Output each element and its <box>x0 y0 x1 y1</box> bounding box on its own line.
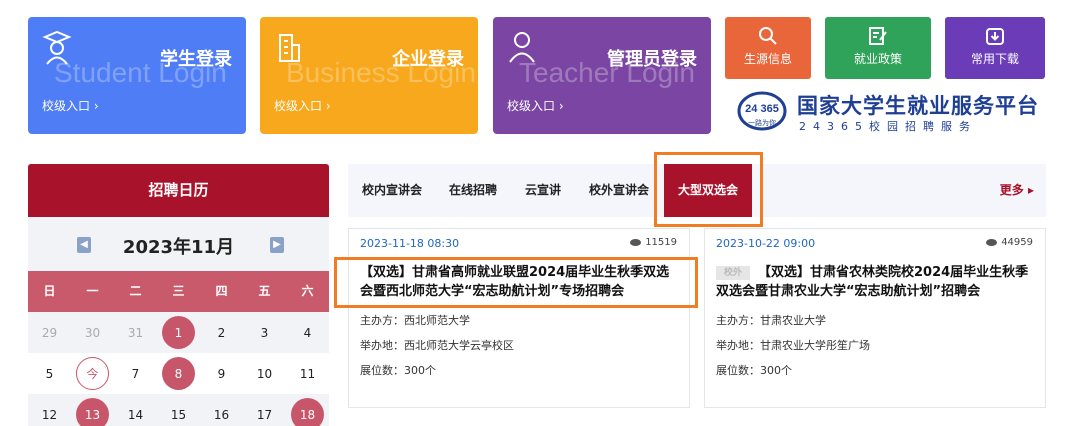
common-downloads-label: 常用下载 <box>970 52 1019 66</box>
event-booths: 展位数：300个 <box>360 364 436 377</box>
student-source-info-label: 生源信息 <box>743 52 792 66</box>
active-tab-highlight <box>654 152 763 227</box>
calendar-day[interactable]: 17 <box>243 394 286 426</box>
calendar-day-number: 今 <box>76 357 109 390</box>
calendar-day-event[interactable]: 13 <box>71 394 114 426</box>
search-icon <box>759 27 777 45</box>
student-source-info-button[interactable]: 生源信息 <box>725 17 811 79</box>
calendar-day-today[interactable]: 今 <box>71 353 114 394</box>
weekday-label: 一 <box>86 284 99 298</box>
student-login-title: 学生登录 <box>160 49 232 70</box>
event-datetime: 2023-10-22 09:00 <box>716 237 816 250</box>
event-title-highlight <box>334 257 698 308</box>
calendar-week-row: 29 30 31 1 2 3 4 <box>28 312 329 353</box>
business-school-entry-link[interactable]: 校级入口 › <box>274 97 331 114</box>
eye-icon <box>986 239 998 246</box>
building-icon <box>279 34 300 62</box>
admin-login-tile[interactable]: Teacher Login 管理员登录 校级入口 › <box>493 17 711 134</box>
weekday-label: 二 <box>129 284 142 298</box>
weekday-label: 五 <box>258 284 271 298</box>
more-link[interactable]: 更多 ▸ <box>1000 164 1034 217</box>
calendar-day[interactable]: 15 <box>157 394 200 426</box>
weekday-label: 日 <box>43 284 56 298</box>
calendar-day-number: 18 <box>291 398 324 426</box>
view-count-value: 44959 <box>1001 237 1033 248</box>
calendar-day-number: 1 <box>162 316 195 349</box>
calendar-day[interactable]: 11 <box>286 353 329 394</box>
graduate-icon <box>42 30 72 65</box>
calendar-day[interactable]: 5 <box>28 353 71 394</box>
calendar-day[interactable]: 9 <box>200 353 243 394</box>
tab-online-recruitment[interactable]: 在线招聘 <box>449 164 497 217</box>
event-title-link[interactable]: 【双选】甘肃省农林类院校2024届毕业生秋季双选会暨甘肃农业大学“宏志助航计划”… <box>716 265 1028 299</box>
student-login-tile[interactable]: Student Login 学生登录 校级入口 › <box>28 17 246 134</box>
national-employment-platform-banner[interactable]: 24 365 一路为你 国家大学生就业服务平台 24365校园招聘服务 <box>727 88 1045 134</box>
calendar-day[interactable]: 29 <box>28 312 71 353</box>
calendar-nav: ◀ 2023年11月 ▶ <box>28 217 329 271</box>
event-booths: 展位数：300个 <box>716 364 792 377</box>
platform-subtitle: 24365校园招聘服务 <box>799 120 977 133</box>
view-count: 44959 <box>986 237 1033 248</box>
svg-text:一路为你: 一路为你 <box>748 118 776 127</box>
eye-icon <box>630 239 642 246</box>
job-fair-card[interactable]: 2023-10-22 09:00 44959 校外 【双选】甘肃省农林类院校202… <box>704 228 1046 408</box>
admin-user-icon <box>509 32 535 63</box>
weekday-label: 三 <box>172 284 185 298</box>
calendar-day[interactable]: 4 <box>286 312 329 353</box>
edit-document-icon <box>869 27 887 45</box>
event-venue: 举办地：西北师范大学云亭校区 <box>360 339 514 352</box>
view-count: 11519 <box>630 237 677 248</box>
event-venue: 举办地：甘肃农业大学彤笙广场 <box>716 339 870 352</box>
employment-policy-button[interactable]: 就业政策 <box>825 17 931 79</box>
job-fair-card[interactable]: 2023-11-18 08:30 11519 【双选】甘肃省高师就业联盟2024… <box>348 228 690 408</box>
calendar-week-row: 12 13 14 15 16 17 18 <box>28 394 329 426</box>
calendar-header: 招聘日历 <box>28 164 329 217</box>
calendar-day[interactable]: 7 <box>114 353 157 394</box>
download-icon <box>986 28 1004 45</box>
business-login-tile[interactable]: Business Login 企业登录 校级入口 › <box>260 17 478 134</box>
calendar-weekday-header: 日 一 二 三 四 五 六 <box>28 271 329 312</box>
event-organizer: 主办方：甘肃农业大学 <box>716 314 826 327</box>
calendar-day-number: 13 <box>76 398 109 426</box>
calendar-day[interactable]: 31 <box>114 312 157 353</box>
employment-policy-label: 就业政策 <box>853 52 902 66</box>
calendar-week-row: 5 今 7 8 9 10 11 <box>28 353 329 394</box>
platform-title: 国家大学生就业服务平台 <box>797 94 1039 118</box>
calendar-day-event[interactable]: 8 <box>157 353 200 394</box>
event-datetime: 2023-11-18 08:30 <box>360 237 460 250</box>
student-school-entry-link[interactable]: 校级入口 › <box>42 97 99 114</box>
view-count-value: 11519 <box>645 237 677 248</box>
next-month-button[interactable]: ▶ <box>270 237 284 253</box>
admin-login-title: 管理员登录 <box>607 49 697 70</box>
calendar-day[interactable]: 3 <box>243 312 286 353</box>
calendar-day[interactable]: 10 <box>243 353 286 394</box>
svg-text:24 365: 24 365 <box>745 103 779 115</box>
calendar-day-event[interactable]: 18 <box>286 394 329 426</box>
calendar-day[interactable]: 12 <box>28 394 71 426</box>
tab-campus-presentations[interactable]: 校内宣讲会 <box>362 164 422 217</box>
calendar-day-number: 8 <box>162 357 195 390</box>
admin-school-entry-link[interactable]: 校级入口 › <box>507 97 564 114</box>
business-login-title: 企业登录 <box>392 49 464 70</box>
event-title-wrap: 校外 【双选】甘肃省农林类院校2024届毕业生秋季双选会暨甘肃农业大学“宏志助航计… <box>716 263 1038 301</box>
common-downloads-button[interactable]: 常用下载 <box>945 17 1045 79</box>
calendar-day[interactable]: 16 <box>200 394 243 426</box>
recruitment-calendar: 招聘日历 ◀ 2023年11月 ▶ 日 一 二 三 四 五 六 29 30 31… <box>28 164 329 426</box>
calendar-day[interactable]: 2 <box>200 312 243 353</box>
tab-offcampus-presentations[interactable]: 校外宣讲会 <box>589 164 649 217</box>
calendar-day-event[interactable]: 1 <box>157 312 200 353</box>
platform-logo: 24 365 一路为你 <box>737 91 787 131</box>
event-organizer: 主办方：西北师范大学 <box>360 314 470 327</box>
offcampus-tag: 校外 <box>716 265 750 280</box>
tab-cloud-presentations[interactable]: 云宣讲 <box>525 164 561 217</box>
weekday-label: 四 <box>215 284 228 298</box>
weekday-label: 六 <box>301 284 314 298</box>
calendar-day[interactable]: 30 <box>71 312 114 353</box>
calendar-day[interactable]: 14 <box>114 394 157 426</box>
